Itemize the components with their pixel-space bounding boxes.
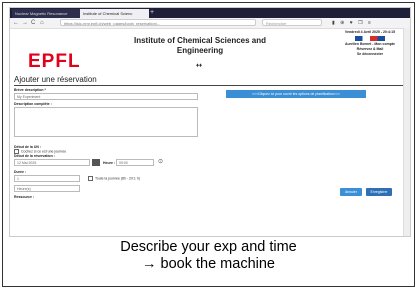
brief-description-label: Brève description * [14,88,46,92]
new-tab-button[interactable]: + [150,8,154,18]
clock-icon[interactable]: ⊙ [158,159,163,166]
save-button[interactable]: Enregistrer [366,188,392,196]
scheduling-options-link[interactable]: <<<Cliquez ici pour ouvrir les options d… [226,90,366,98]
full-day-checkbox[interactable]: Toute la journée (8h - 20:1 h) [88,176,140,181]
hour-input[interactable]: 09:00 [116,159,154,166]
logout-link[interactable]: Se déconnecter [336,52,404,57]
slide-frame: Nuclear Magnetic Resonance Institute of … [2,2,415,287]
tab-isic[interactable]: Institute of Chemical Scienc [80,9,149,18]
duration-input[interactable]: 1 [14,175,80,182]
epfl-logo[interactable]: EPFL [28,52,81,72]
hour-label: Heure : [103,161,116,165]
full-description-label: Description complète : [14,102,52,106]
tab-nmr[interactable]: Nuclear Magnetic Resonance [12,9,81,18]
calendar-icon[interactable] [92,159,100,166]
brief-description-input[interactable]: My Experiment [14,93,198,100]
checkbox-icon[interactable] [88,176,93,181]
caption-line-2: → book the machine [142,256,275,272]
back-icon[interactable]: ← [13,19,19,27]
scrollbar[interactable] [403,28,410,236]
duration-label: Durée : [14,170,27,174]
cancel-button[interactable]: Annuler [340,188,362,196]
full-description-textarea[interactable] [14,107,198,137]
form-title: Ajouter une réservation [14,75,406,86]
language-flags-icon[interactable] [355,36,385,41]
user-panel: Vendredi 4 Avril 2025 - 20:4:15 Aurélien… [336,30,404,57]
resource-label: Ressource : [14,195,35,199]
header-dots-icon: ♦♦ [196,63,203,69]
start-label: Début de la réservation : [14,154,55,158]
caption-line-1: Describe your exp and time [120,239,297,255]
start-date-input[interactable]: 12 Mai 2025 [14,159,90,166]
tab-bar: Nuclear Magnetic Resonance Institute of … [10,8,410,18]
reload-icon[interactable]: C [31,19,35,27]
current-date: Vendredi 4 Avril 2025 - 20:4:15 [344,30,396,34]
institute-title: Institute of Chemical Sciences and Engin… [133,36,267,55]
home-icon[interactable]: ⌂ [40,19,44,27]
browser-toolbar: ← → C ⌂ https://isic-nmr.epfl.ch/web_pag… [10,18,410,29]
toolbar-icons[interactable]: ▮ ⊕ ♥ ❒ ≡ [332,19,373,27]
search-field[interactable]: Rechercher [262,19,322,26]
browser-screenshot: Nuclear Magnetic Resonance Institute of … [9,7,411,237]
url-bar[interactable]: https://isic-nmr.epfl.ch/web_pages/login… [60,19,256,26]
duration-unit-select[interactable]: Heure(s) [14,185,80,192]
slide-caption: Describe your exp and time → book the ma… [3,239,414,273]
forward-icon[interactable]: → [22,19,28,27]
